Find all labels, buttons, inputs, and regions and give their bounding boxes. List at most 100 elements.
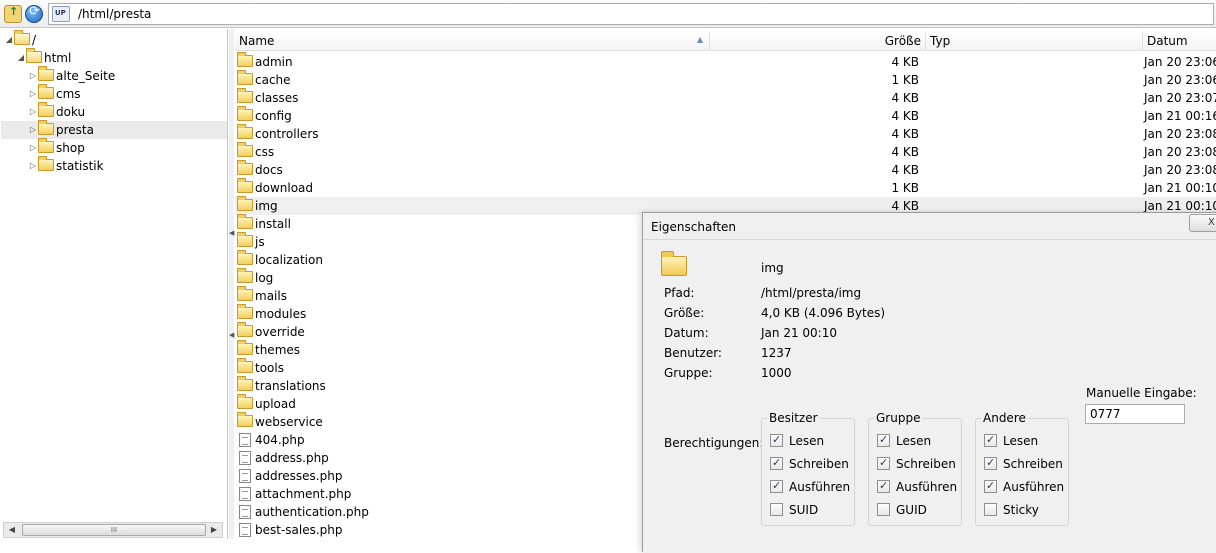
path-input[interactable]: /html/presta [48, 3, 1214, 25]
expand-triangle-icon[interactable]: ▷ [28, 121, 38, 139]
file-row[interactable]: config 4 KB Jan 21 00:16 [235, 106, 1216, 125]
checkbox-label: GUID [896, 503, 927, 517]
file-row[interactable]: admin 4 KB Jan 20 23:06 [235, 52, 1216, 71]
tree-item-doku[interactable]: ▷ doku [28, 102, 228, 121]
file-name: webservice [255, 415, 323, 429]
file-name-cell: translations [237, 376, 326, 395]
file-row[interactable]: controllers 4 KB Jan 20 23:08 [235, 124, 1216, 143]
tree-horizontal-scrollbar[interactable]: ◀ III ▶ [3, 522, 223, 538]
checkbox[interactable] [770, 478, 783, 494]
expand-triangle-icon[interactable]: ▷ [28, 139, 38, 157]
file-row[interactable]: docs 4 KB Jan 20 23:08 [235, 160, 1216, 179]
file-size: 4 KB [891, 55, 919, 69]
scrollbar-thumb[interactable]: III [22, 524, 206, 536]
expand-triangle-icon[interactable]: ▷ [28, 85, 38, 103]
file-name: override [255, 325, 305, 339]
expand-triangle-icon[interactable]: ▷ [28, 103, 38, 121]
permission-checkbox-row[interactable]: Sticky [984, 502, 1039, 518]
permission-checkbox-row[interactable]: Ausführen [984, 478, 1064, 495]
folder-icon [237, 340, 253, 355]
file-name: authentication.php [255, 505, 369, 519]
checkbox[interactable] [984, 503, 997, 516]
checkbox[interactable] [770, 455, 783, 471]
tree-item-cms[interactable]: ▷ cms [28, 84, 228, 103]
file-name-cell: attachment.php [237, 485, 351, 503]
folder-icon [237, 142, 253, 157]
permission-checkbox-row[interactable]: Lesen [984, 432, 1038, 449]
checkbox[interactable] [877, 478, 890, 494]
permission-group-gruppe: Gruppe Lesen Schreiben Ausführen GUID [868, 411, 962, 526]
group-label: Gruppe: [664, 366, 713, 380]
tree-item-presta[interactable]: ▷ presta [1, 120, 227, 139]
file-name-cell: js [237, 232, 265, 251]
tree-item-statistik[interactable]: ▷ statistik [28, 156, 228, 175]
tree-item-root[interactable]: ◢ / [4, 30, 36, 49]
permission-checkbox-row[interactable]: SUID [770, 502, 818, 518]
file-name-cell: cache [237, 70, 291, 89]
file-row[interactable]: css 4 KB Jan 20 23:08 [235, 142, 1216, 161]
php-file-icon [239, 451, 251, 465]
close-button[interactable]: X [1189, 214, 1216, 232]
file-name: themes [255, 343, 301, 357]
collapse-triangle-icon[interactable]: ◢ [4, 31, 14, 49]
column-header-label: Name [239, 34, 275, 48]
server-icon [52, 6, 70, 22]
user-value: 1237 [761, 346, 792, 360]
file-name: img [255, 199, 278, 213]
file-name-cell: best-sales.php [237, 521, 343, 539]
tree-item-alte-seite[interactable]: ▷ alte_Seite [28, 66, 228, 85]
permission-checkbox-row[interactable]: Schreiben [984, 455, 1063, 472]
file-name-cell: install [237, 214, 291, 233]
file-row[interactable]: cache 1 KB Jan 20 23:06 [235, 70, 1216, 89]
checkbox-label: Ausführen [789, 480, 851, 494]
file-name-cell: config [237, 106, 292, 125]
php-file-icon [239, 523, 251, 537]
checkbox-label: Ausführen [896, 480, 958, 494]
expand-triangle-icon[interactable]: ▷ [28, 67, 38, 85]
checkbox[interactable] [984, 455, 997, 471]
tree-item-html[interactable]: ◢ html [16, 48, 71, 67]
file-row[interactable]: classes 4 KB Jan 20 23:07 [235, 88, 1216, 107]
permission-checkbox-row[interactable]: Lesen [877, 432, 932, 449]
refresh-icon[interactable] [25, 4, 43, 23]
permission-checkbox-row[interactable]: Ausführen [770, 478, 851, 495]
expand-triangle-icon[interactable]: ▷ [28, 157, 38, 175]
column-header-size[interactable]: Größe [710, 31, 926, 51]
checkbox[interactable] [877, 432, 890, 448]
collapse-triangle-icon[interactable]: ◢ [16, 49, 26, 67]
folder-icon [237, 106, 253, 121]
folder-up-icon[interactable] [4, 5, 22, 23]
file-date: Jan 20 23:08 [1144, 163, 1216, 177]
folder-tree[interactable]: ◢ / ◢ html ▷ alte_Seite ▷ cms ▷ doku ▷ presta … [0, 29, 228, 539]
checkbox[interactable] [984, 432, 997, 448]
folder-icon [237, 232, 253, 247]
manual-entry-input[interactable]: 0777 [1085, 404, 1185, 424]
file-name: upload [255, 397, 296, 411]
checkbox[interactable] [877, 455, 890, 471]
column-header-name[interactable]: Name ▲ [235, 31, 710, 51]
file-name-cell: admin [237, 52, 293, 71]
checkbox[interactable] [877, 503, 890, 516]
checkbox[interactable] [770, 432, 783, 448]
file-name: attachment.php [255, 487, 352, 501]
checkbox[interactable] [770, 503, 783, 516]
permission-checkbox-row[interactable]: Ausführen [877, 478, 958, 495]
scroll-left-icon[interactable]: ◀ [4, 523, 20, 537]
checkbox-label: Lesen [789, 434, 825, 448]
tree-item-shop[interactable]: ▷ shop [28, 138, 228, 157]
column-header-date[interactable]: Datum [1143, 31, 1216, 51]
permission-checkbox-row[interactable]: GUID [877, 502, 927, 518]
group-title: Gruppe [874, 411, 923, 425]
permission-checkbox-row[interactable]: Schreiben [770, 455, 849, 472]
file-row[interactable]: download 1 KB Jan 21 00:10 [235, 178, 1216, 197]
checkbox-label: Schreiben [789, 457, 849, 471]
checkbox[interactable] [984, 478, 997, 494]
checkbox-label: Lesen [896, 434, 932, 448]
folder-icon [237, 286, 253, 301]
scroll-right-icon[interactable]: ▶ [206, 523, 222, 537]
pane-splitter[interactable]: ◀ ◀ [229, 29, 234, 539]
permission-checkbox-row[interactable]: Schreiben [877, 455, 956, 472]
permission-checkbox-row[interactable]: Lesen [770, 432, 825, 449]
column-header-type[interactable]: Typ [926, 31, 1143, 51]
manual-entry-label: Manuelle Eingabe: [1086, 386, 1197, 400]
